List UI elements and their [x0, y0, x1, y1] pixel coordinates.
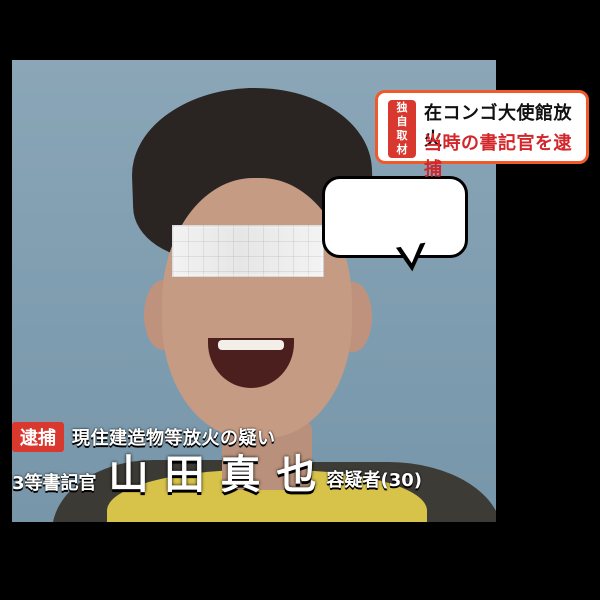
charge-text: 現住建造物等放火の疑い	[72, 428, 276, 449]
charge-row: 逮捕 現住建造物等放火の疑い	[12, 422, 276, 452]
headline-line-2: 当時の書記官を逮捕	[424, 133, 572, 180]
headline-box: 独 自 取 材 在コンゴ大使館放火 当時の書記官を逮捕	[375, 90, 589, 180]
name-row: 3等書記官 山田真也 容疑者(30)	[12, 455, 502, 495]
speech-bubble-tail-inner	[399, 241, 425, 265]
arrest-badge: 逮捕	[12, 422, 64, 452]
suspect-suffix: 容疑者(30)	[326, 470, 423, 491]
eye-mosaic	[172, 225, 324, 277]
speech-bubble	[322, 176, 468, 258]
teeth	[218, 340, 284, 350]
exclusive-tag: 独 自 取 材	[388, 100, 416, 158]
suspect-name: 山田真也	[108, 452, 333, 498]
position-text: 3等書記官	[12, 473, 97, 494]
